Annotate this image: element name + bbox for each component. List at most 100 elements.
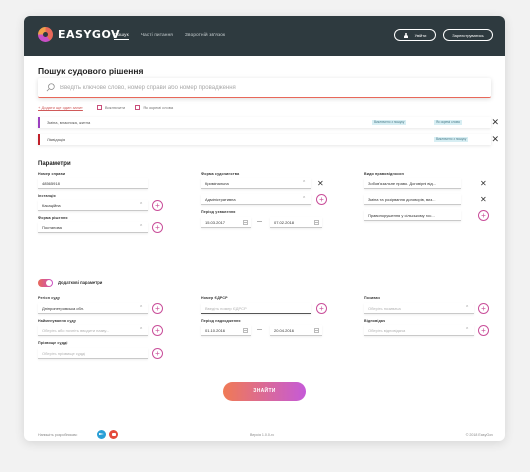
email-icon[interactable]: [109, 430, 118, 439]
judge-name-input[interactable]: Оберіть прізвище судді: [38, 348, 148, 359]
proceeding-form-label: Форма судочинства: [201, 172, 240, 176]
contact-developers-text: Напишіть розробникам:: [38, 433, 78, 437]
decision-form-label: Форма рішення: [38, 216, 68, 220]
legal-type-item[interactable]: Зобов'язальне право. Договірні від...: [364, 178, 461, 189]
add-query-link[interactable]: + Додати ще один запит: [38, 105, 83, 110]
app-window: EASYGOV Пошук Часті питання Зворотній зв…: [24, 16, 505, 441]
court-name-select[interactable]: Оберіть або почніть вводити назву...: [38, 325, 148, 336]
instance-label: Інстанція: [38, 194, 56, 198]
chevron-updown-icon: ⌃: [139, 305, 144, 311]
logo-icon: [38, 27, 53, 42]
plaintiff-select[interactable]: Оберіть позивача: [364, 303, 474, 314]
exclude-label: Виключити: [104, 105, 126, 110]
calendar-icon[interactable]: [314, 220, 319, 225]
proceeding-form-select[interactable]: Кримінальна: [201, 178, 311, 189]
defendant-label: Відповідач: [364, 319, 386, 323]
nav-feedback[interactable]: Зворотній зв'язок: [185, 32, 225, 40]
legal-type-item[interactable]: Правопорушення у сільському гос...: [364, 210, 461, 221]
search-input[interactable]: [60, 81, 480, 95]
chevron-updown-icon: ⌃: [139, 327, 144, 333]
logo-text: EASYGOV: [58, 28, 121, 41]
case-number-label: Номер справи: [38, 172, 66, 176]
exclude-checkbox[interactable]: [96, 105, 102, 110]
calendar-icon[interactable]: [243, 220, 248, 225]
case-number-field[interactable]: 48565918: [38, 178, 148, 189]
nav-search[interactable]: Пошук: [114, 32, 129, 40]
params-title: Параметри: [38, 161, 71, 167]
instance-select[interactable]: Касаційна: [38, 200, 148, 211]
copyright-text: © 2018 EasyGov: [465, 433, 493, 437]
legal-types-label: Види правовідносин: [364, 172, 404, 176]
judge-name-label: Прізвище судді: [38, 341, 68, 345]
legal-type-item[interactable]: Зміна та розірвання договорів, виз...: [364, 194, 461, 205]
add-edrpou-button[interactable]: +: [316, 303, 327, 314]
defendant-select[interactable]: Оберіть відповідача: [364, 325, 474, 336]
filter-text: Зміна, власника, житла: [47, 120, 91, 125]
footer: Напишіть розробникам: Версія 1.0.0-rc © …: [24, 429, 505, 441]
calendar-icon[interactable]: [243, 328, 248, 333]
filter-tag: Виключено з пошуку: [434, 137, 469, 142]
court-region-label: Регіон суду: [38, 296, 61, 300]
login-label: Увійти: [414, 32, 427, 38]
court-region-select[interactable]: Дніпропетровська обл.: [38, 303, 148, 314]
search-filter-row: Зміна, власника, житла Виключено з пошук…: [38, 117, 499, 128]
search-icon: [46, 83, 55, 92]
version-text: Версія 1.0.0-rc: [250, 433, 275, 437]
remove-filter-icon[interactable]: ✕: [491, 134, 499, 145]
remove-icon[interactable]: ✕: [480, 194, 487, 205]
separate-words-option[interactable]: Як окремі слова: [135, 105, 173, 110]
user-icon: [404, 32, 409, 38]
filter-tag: Як окремі слова: [434, 120, 462, 125]
search-filter-row: Ліквідація Виключено з пошуку ✕: [38, 134, 499, 145]
exclude-option[interactable]: Виключити: [96, 105, 126, 110]
header: EASYGOV Пошук Часті питання Зворотній зв…: [24, 16, 505, 56]
filter-color-bar: [38, 134, 40, 145]
logo[interactable]: EASYGOV: [38, 27, 120, 42]
plaintiff-label: Позивач: [364, 296, 380, 300]
receipt-period-label: Період надходження: [201, 319, 241, 323]
range-dash: —: [257, 219, 262, 225]
decision-period-label: Період ухвалення: [201, 210, 236, 214]
add-legal-type-button[interactable]: +: [478, 210, 489, 221]
remove-filter-icon[interactable]: ✕: [491, 117, 499, 128]
chevron-updown-icon: ⌃: [465, 305, 470, 311]
chevron-updown-icon: ⌃: [465, 327, 470, 333]
register-button[interactable]: Зареєструватись: [443, 29, 493, 41]
chevron-updown-icon: ⌃: [139, 224, 144, 230]
calendar-icon[interactable]: [314, 328, 319, 333]
add-instance-button[interactable]: +: [152, 200, 163, 211]
proceeding-form-select[interactable]: Адміністративна: [201, 194, 311, 205]
search-submit-button[interactable]: ЗНАЙТИ: [223, 382, 306, 401]
add-judge-button[interactable]: +: [152, 348, 163, 359]
add-plaintiff-button[interactable]: +: [478, 303, 489, 314]
telegram-icon[interactable]: [97, 430, 106, 439]
add-decision-form-button[interactable]: +: [152, 222, 163, 233]
nav-faq[interactable]: Часті питання: [141, 32, 173, 40]
add-defendant-button[interactable]: +: [478, 325, 489, 336]
separate-words-label: Як окремі слова: [143, 105, 174, 110]
remove-icon[interactable]: ✕: [317, 178, 324, 189]
remove-icon[interactable]: ✕: [480, 178, 487, 189]
court-name-label: Найменування суду: [38, 319, 77, 323]
search-box: [38, 78, 491, 98]
filter-tag: Виключено з пошуку: [372, 120, 407, 125]
filter-text: Ліквідація: [47, 137, 66, 142]
edrpou-input[interactable]: Введіть номер ЄДРСР: [201, 303, 311, 314]
chevron-updown-icon: ⌃: [139, 202, 144, 208]
extra-params-label: Додаткові параметри: [58, 280, 103, 285]
decision-form-select[interactable]: Постанова: [38, 222, 148, 233]
chevron-updown-icon: ⌃: [302, 180, 307, 186]
add-court-region-button[interactable]: +: [152, 303, 163, 314]
login-button[interactable]: Увійти: [394, 29, 436, 41]
edrpou-label: Номер ЄДРСР: [201, 296, 228, 300]
main-nav: Пошук Часті питання Зворотній зв'язок: [114, 32, 225, 40]
search-options: + Додати ще один запит Виключити Як окре…: [38, 105, 183, 110]
chevron-updown-icon: ⌃: [302, 196, 307, 202]
separate-words-checkbox[interactable]: [135, 105, 141, 110]
add-proceeding-form-button[interactable]: +: [316, 194, 327, 205]
page-title: Пошук судового рішення: [38, 66, 144, 76]
extra-params-toggle[interactable]: [38, 279, 53, 287]
filter-color-bar: [38, 117, 40, 128]
range-dash: —: [257, 327, 262, 333]
add-court-name-button[interactable]: +: [152, 325, 163, 336]
